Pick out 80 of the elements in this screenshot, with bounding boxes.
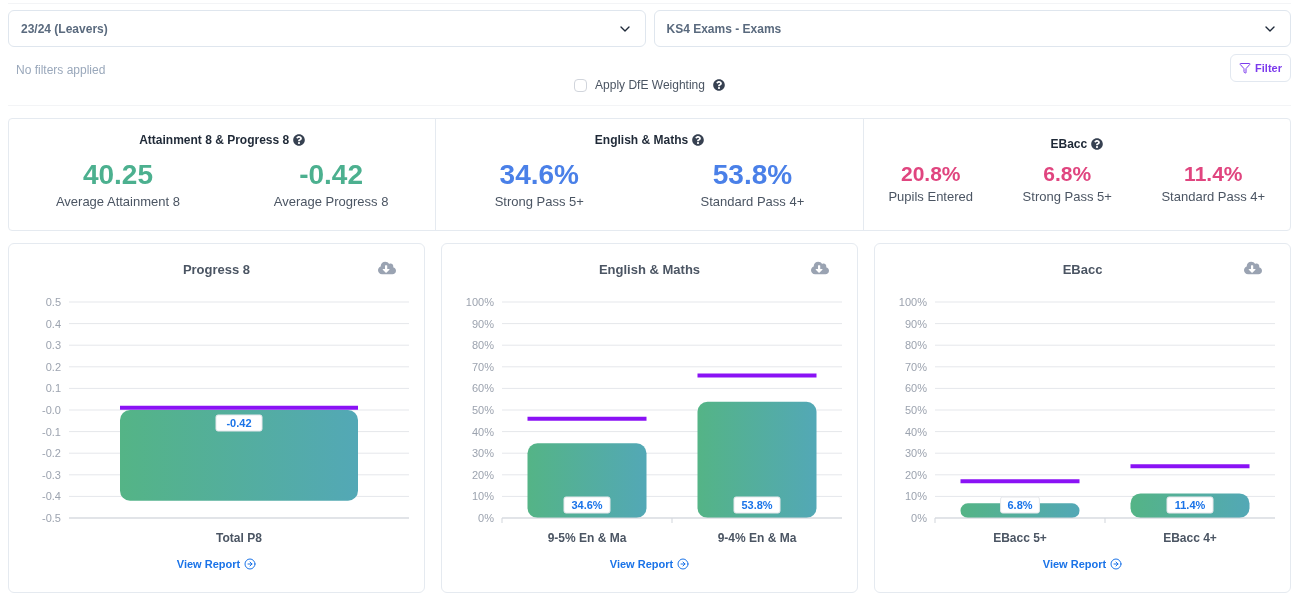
help-icon [293,134,306,146]
axis-tick-label: 0.2 [45,360,61,373]
axis-tick-label: 10% [904,490,927,503]
value-label: 6.8% [999,496,1040,514]
axis-tick-label: 40% [471,425,494,438]
axis-tick-label: 40% [904,425,927,438]
axis-tick-label: 70% [904,360,927,373]
view-report-link[interactable]: View Report [609,556,690,573]
filter-icon [1239,62,1252,74]
weighting-label: Apply DfE Weighting [595,77,705,94]
summary-title: Attainment 8 & Progress 8 [139,132,290,149]
axis-tick-label: -0.2 [41,447,61,460]
axis-tick-label: 90% [471,317,494,330]
summary-title: EBacc [1050,136,1088,153]
view-report-link[interactable]: View Report [1042,556,1123,573]
metric-value: 40.25 [82,158,153,192]
axis-tick-label: 90% [904,317,927,330]
axis-tick-label: 100% [898,296,927,308]
axis-tick-label: 20% [904,468,927,481]
chart-title: English & Maths [598,261,701,279]
metric-label: Average Attainment 8 [55,193,180,211]
metric-value: 11.4% [1184,161,1243,187]
axis-tick-label: -0.4 [41,490,61,503]
metric-label: Pupils Entered [888,188,973,207]
category-label: Total P8 [215,531,262,545]
metric-value: 34.6% [499,158,579,192]
select-dropdown[interactable]: 23/24 (Leavers) [8,10,646,47]
axis-tick-label: 80% [471,339,494,352]
category-label: EBacc 5+ [992,531,1047,545]
weighting-checkbox[interactable] [574,78,588,92]
value-label: 53.8% [733,496,780,514]
metric-label: Average Progress 8 [273,193,389,211]
value-label: -0.42 [215,414,262,432]
axis-tick-label: 50% [471,404,494,416]
metric-value: 53.8% [712,158,793,192]
axis-tick-label: -0.5 [41,512,61,524]
axis-tick-label: 0.4 [45,317,61,330]
axis-tick-label: 0.5 [45,296,61,308]
download-icon[interactable] [378,259,396,277]
axis-tick-label: 80% [904,339,927,352]
metric-label: Strong Pass 5+ [494,193,584,211]
filter-button[interactable]: Filter [1230,54,1291,82]
select-dropdown[interactable]: KS4 Exams - Exams [653,10,1291,47]
help-icon [692,134,705,146]
axis-tick-label: 10% [471,490,494,503]
metric-label: Standard Pass 4+ [1161,188,1266,207]
metric-label: Strong Pass 5+ [1022,188,1112,207]
category-label: EBacc 4+ [1162,531,1217,545]
axis-tick-label: 60% [471,382,494,395]
value-label: 34.6% [563,496,610,514]
axis-tick-label: 100% [465,296,494,308]
summary-title: English & Maths [594,132,689,149]
help-icon [712,79,725,91]
category-label: 9-4% En & Ma [717,531,796,545]
metric-value: 6.8% [1043,161,1092,187]
category-label: 9-5% En & Ma [547,531,626,545]
download-icon[interactable] [811,259,829,277]
axis-tick-label: 30% [471,447,494,460]
view-report-link[interactable]: View Report [176,556,257,573]
download-icon[interactable] [1244,259,1262,277]
axis-tick-label: 0.1 [45,382,61,395]
metric-label: Standard Pass 4+ [700,193,805,211]
axis-tick-label: -0.1 [41,425,61,438]
axis-tick-label: 0% [910,512,927,524]
axis-tick-label: 0.3 [45,339,61,352]
axis-tick-label: 20% [471,468,494,481]
metric-value: -0.42 [299,158,363,192]
axis-tick-label: 60% [904,382,927,395]
axis-tick-label: 0% [477,512,494,524]
axis-tick-label: 50% [904,404,927,416]
help-icon [1091,138,1104,150]
filters-status: No filters applied [16,62,106,79]
value-label: 11.4% [1166,496,1213,514]
axis-tick-label: 30% [904,447,927,460]
axis-tick-label: -0.0 [41,404,61,416]
axis-tick-label: -0.3 [41,468,61,481]
axis-tick-label: 70% [471,360,494,373]
chart-title: Progress 8 [182,261,251,279]
chart-title: EBacc [1062,261,1103,279]
metric-value: 20.8% [900,161,961,187]
